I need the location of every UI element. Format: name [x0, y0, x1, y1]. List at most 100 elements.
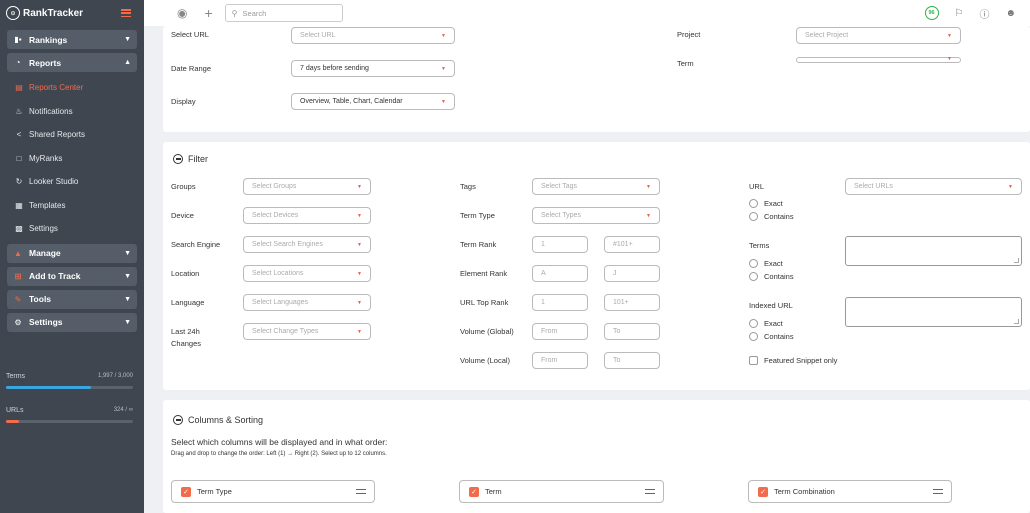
sidebar-item-manage[interactable]: ▲ Manage ▼	[7, 243, 137, 263]
sidebar-item-label: Looker Studio	[29, 177, 79, 187]
volume-global-from-placeholder: From	[541, 328, 558, 335]
flag-icon[interactable]: ⚐	[955, 8, 964, 19]
date-range-dropdown[interactable]: 7 days before sending ▼	[291, 60, 455, 77]
indexed-url-textarea[interactable]	[845, 297, 1022, 327]
radio-label: Exact	[764, 199, 783, 208]
drag-handle-icon[interactable]	[356, 489, 366, 494]
search-engine-label: Search Engine	[171, 240, 221, 249]
terms-exact-radio[interactable]: Exact	[749, 259, 783, 268]
urls-placeholder: Select URLs	[854, 183, 893, 190]
volume-local-to-input[interactable]: To	[604, 352, 660, 369]
caret-down-icon: ▼	[357, 184, 362, 190]
chevron-down-icon: ▼	[124, 318, 131, 326]
url-top-rank-to-input[interactable]: 101+	[604, 294, 660, 311]
caret-down-icon: ▼	[441, 66, 446, 72]
languages-dropdown[interactable]: Select Languages ▼	[243, 294, 371, 311]
term-types-placeholder: Select Types	[541, 212, 581, 219]
sidebar-item-reports[interactable]: ◔ Reports ▲	[7, 53, 137, 72]
chevron-down-icon: ▼	[124, 272, 131, 280]
groups-dropdown[interactable]: Select Groups ▼	[243, 178, 371, 195]
chevron-down-icon: ▼	[124, 249, 131, 257]
checkbox-checked-icon[interactable]: ✓	[469, 486, 479, 497]
term-type-label: Term Type	[460, 211, 495, 220]
user-icon[interactable]: ☻	[1005, 8, 1016, 19]
featured-snippet-checkbox[interactable]: Featured Snippet only	[749, 356, 837, 365]
sidebar-item-templates[interactable]: ▦ Templates	[0, 194, 144, 218]
drag-handle-icon[interactable]	[645, 489, 655, 494]
column-item-term-type[interactable]: ✓ Term Type	[171, 480, 375, 503]
score-badge[interactable]: 96	[924, 6, 939, 20]
sidebar-item-myranks[interactable]: □ MyRanks	[0, 147, 144, 171]
url-contains-radio[interactable]: Contains	[749, 212, 794, 221]
columns-title: Columns & Sorting	[188, 415, 264, 425]
location-label: Location	[171, 269, 200, 278]
columns-section-toggle[interactable]: Columns & Sorting	[173, 415, 263, 425]
caret-down-icon: ▼	[1008, 184, 1013, 190]
term-dropdown[interactable]: ▼	[796, 56, 961, 63]
element-rank-label: Element Rank	[460, 269, 508, 278]
devices-dropdown[interactable]: Select Devices ▼	[243, 207, 371, 224]
search-input[interactable]: ⚲ Search	[224, 4, 343, 22]
sidebar-item-looker-studio[interactable]: ↻ Looker Studio	[0, 170, 144, 194]
locations-dropdown[interactable]: Select Locations ▼	[243, 265, 371, 282]
sidebar-item-notifications[interactable]: ♨ Notifications	[0, 100, 144, 124]
search-engines-dropdown[interactable]: Select Search Engines ▼	[243, 236, 371, 253]
term-rank-label: Term Rank	[460, 240, 497, 249]
looker-icon: ↻	[15, 177, 23, 187]
volume-local-to-placeholder: To	[613, 357, 621, 364]
sidebar-item-rankings[interactable]: ▮▪ Rankings ▼	[7, 30, 137, 49]
terms-contains-radio[interactable]: Contains	[749, 272, 794, 281]
url-top-rank-from-placeholder: 1	[541, 299, 545, 306]
urls-usage-label: URLs	[6, 407, 24, 414]
volume-local-from-input[interactable]: From	[532, 352, 588, 369]
search-placeholder: Search	[242, 8, 267, 18]
sidebar-item-tools[interactable]: ✎ Tools ▼	[7, 289, 137, 309]
changes-label-line1: Last 24h	[171, 327, 200, 336]
url-top-rank-from-input[interactable]: 1	[532, 294, 588, 311]
plus-icon[interactable]: +	[204, 5, 212, 21]
help-icon[interactable]: ⓘ	[979, 6, 989, 21]
element-rank-from-input[interactable]: A	[532, 265, 588, 282]
volume-global-to-input[interactable]: To	[604, 323, 660, 340]
collapse-icon	[173, 154, 183, 164]
checkbox-checked-icon[interactable]: ✓	[181, 486, 191, 497]
url-top-rank-label: URL Top Rank	[460, 298, 509, 307]
languages-placeholder: Select Languages	[252, 299, 309, 306]
caret-down-icon: ▼	[646, 213, 651, 219]
sidebar-item-reports-center[interactable]: ▤ Reports Center	[0, 76, 144, 100]
select-url-dropdown[interactable]: Select URL ▼	[291, 27, 455, 44]
select-project-dropdown[interactable]: Select Project ▼	[796, 27, 961, 44]
term-types-dropdown[interactable]: Select Types ▼	[532, 207, 660, 224]
drag-handle-icon[interactable]	[933, 489, 943, 494]
indexed-url-contains-radio[interactable]: Contains	[749, 332, 794, 341]
tags-dropdown[interactable]: Select Tags ▼	[532, 178, 660, 195]
sidebar-item-label: Manage	[29, 248, 61, 258]
sidebar-item-settings[interactable]: ⚙ Settings ▼	[7, 312, 137, 332]
url-exact-radio[interactable]: Exact	[749, 199, 783, 208]
urls-dropdown[interactable]: Select URLs ▼	[845, 178, 1022, 195]
column-item-term-combination[interactable]: ✓ Term Combination	[748, 480, 952, 503]
sidebar-item-label: Tools	[29, 294, 52, 304]
caret-down-icon: ▼	[357, 300, 362, 306]
checkbox-box	[749, 356, 758, 365]
terms-textarea[interactable]	[845, 236, 1022, 266]
filter-section-toggle[interactable]: Filter	[173, 154, 208, 164]
element-rank-to-input[interactable]: J	[604, 265, 660, 282]
change-types-dropdown[interactable]: Select Change Types ▼	[243, 323, 371, 340]
term-rank-to-input[interactable]: #101+	[604, 236, 660, 253]
display-dropdown[interactable]: Overview, Table, Chart, Calendar ▼	[291, 93, 455, 110]
volume-global-from-input[interactable]: From	[532, 323, 588, 340]
checkbox-checked-icon[interactable]: ✓	[758, 486, 768, 497]
hamburger-menu-icon[interactable]	[121, 9, 131, 17]
radio-circle	[749, 199, 758, 208]
volume-global-label: Volume (Global)	[460, 327, 514, 336]
column-item-term[interactable]: ✓ Term	[459, 480, 664, 503]
logo[interactable]: ⊙ RankTracker	[0, 0, 144, 26]
sidebar-item-shared-reports[interactable]: < Shared Reports	[0, 123, 144, 147]
eye-icon[interactable]: ◉	[177, 6, 187, 20]
sidebar-item-report-settings[interactable]: ▩ Settings	[0, 217, 144, 241]
term-rank-from-input[interactable]: 1	[532, 236, 588, 253]
sidebar-item-add-to-track[interactable]: ⊞ Add to Track ▼	[7, 266, 137, 286]
report-settings-card: Select URL Select URL ▼ Project Select P…	[163, 26, 1030, 132]
indexed-url-exact-radio[interactable]: Exact	[749, 319, 783, 328]
